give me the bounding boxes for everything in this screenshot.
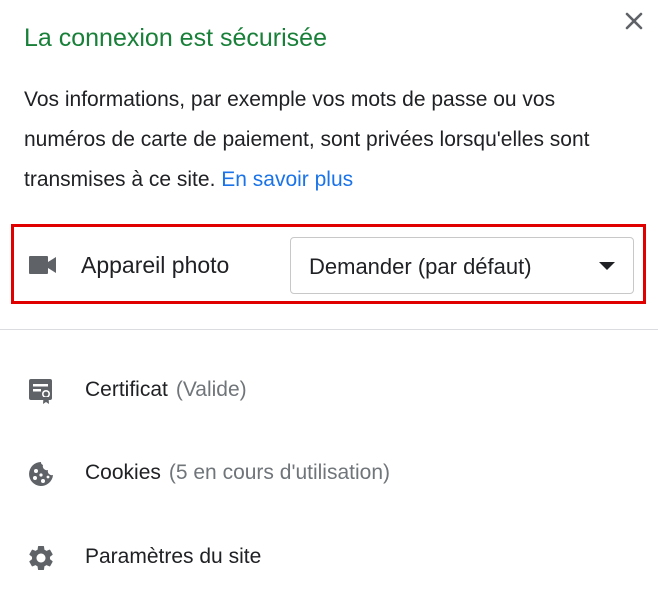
section-divider	[0, 329, 658, 330]
cookies-count: (5 en cours d'utilisation)	[168, 461, 390, 484]
site-settings-item[interactable]: Paramètres du site	[0, 527, 658, 587]
security-description: Vos informations, par exemple vos mots d…	[24, 80, 634, 200]
camera-permission-row: Appareil photo Demander (par défaut)	[11, 224, 646, 304]
certificate-item[interactable]: Certificat (Valide)	[0, 360, 658, 420]
connection-secure-title: La connexion est sécurisée	[24, 24, 327, 52]
cookies-label: Cookies	[85, 461, 161, 484]
certificate-icon	[29, 379, 52, 404]
certificate-label: Certificat	[85, 378, 168, 401]
camera-permission-label: Appareil photo	[81, 252, 230, 278]
cookies-label-row: Cookies (5 en cours d'utilisation)	[85, 461, 390, 485]
certificate-status: (Valide)	[175, 378, 247, 401]
learn-more-link[interactable]: En savoir plus	[221, 168, 353, 191]
close-button[interactable]	[622, 9, 646, 33]
camera-permission-value: Demander (par défaut)	[309, 254, 532, 279]
certificate-label-row: Certificat (Valide)	[85, 378, 247, 402]
close-icon	[625, 12, 643, 30]
cookies-item[interactable]: Cookies (5 en cours d'utilisation)	[0, 443, 658, 503]
site-settings-label: Paramètres du site	[85, 545, 262, 568]
cookie-icon	[29, 462, 53, 486]
site-settings-label-row: Paramètres du site	[85, 545, 261, 569]
dropdown-arrow-icon	[599, 262, 615, 270]
camera-icon	[29, 256, 56, 274]
site-info-popup: La connexion est sécurisée Vos informati…	[0, 0, 658, 610]
camera-permission-select[interactable]: Demander (par défaut)	[290, 237, 634, 294]
gear-icon	[29, 546, 53, 570]
